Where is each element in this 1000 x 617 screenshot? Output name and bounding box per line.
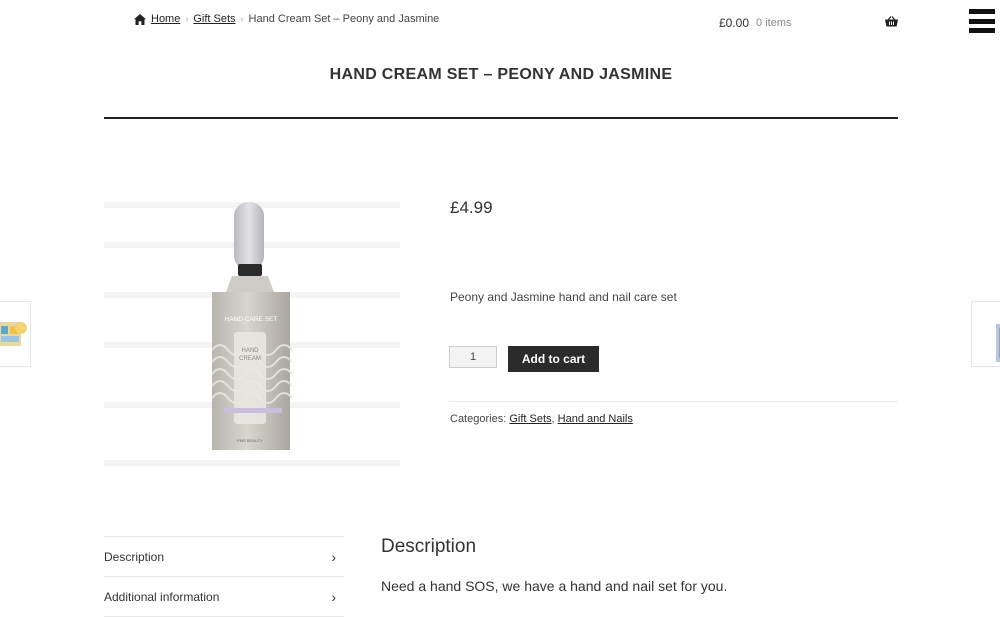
tab-additional-information[interactable]: Additional information › bbox=[104, 577, 344, 617]
product-tabs: Description › Additional information › bbox=[104, 536, 344, 617]
next-product-link[interactable] bbox=[971, 301, 1000, 367]
menu-bar bbox=[969, 28, 995, 33]
hamburger-menu-icon[interactable] bbox=[969, 9, 995, 33]
cart-total[interactable]: £0.00 bbox=[719, 16, 749, 30]
tube-label: CREAM bbox=[239, 356, 261, 362]
product-price: £4.99 bbox=[450, 198, 493, 217]
box-label: HAND CARE SET bbox=[225, 316, 278, 323]
menu-bar bbox=[969, 9, 995, 14]
product-image[interactable]: HAND CARE SET HAND CREAM PMS BEAUTY bbox=[104, 182, 400, 478]
product-short-description: Peony and Jasmine hand and nail care set bbox=[450, 290, 677, 304]
tube-label: HAND bbox=[241, 348, 259, 354]
cart-count[interactable]: 0 items bbox=[756, 17, 791, 29]
categories-label: Categories: bbox=[450, 413, 507, 425]
tab-label: Description bbox=[104, 549, 165, 564]
breadcrumb-separator: › bbox=[185, 14, 189, 24]
home-icon[interactable] bbox=[134, 13, 146, 25]
meta-divider bbox=[449, 401, 898, 402]
breadcrumb-current: Hand Cream Set – Peony and Jasmine bbox=[248, 13, 440, 25]
menu-bar bbox=[969, 18, 995, 24]
previous-product-link[interactable] bbox=[0, 301, 31, 367]
page-title: HAND CREAM SET – PEONY AND JASMINE bbox=[329, 66, 673, 83]
breadcrumb-separator: › bbox=[240, 14, 244, 24]
chevron-right-icon: › bbox=[331, 588, 336, 605]
next-product-thumbnail bbox=[996, 324, 1000, 362]
description-heading: Description bbox=[381, 536, 477, 557]
basket-icon[interactable] bbox=[885, 16, 898, 30]
tab-label: Additional information bbox=[104, 589, 220, 604]
previous-product-thumbnail bbox=[0, 322, 27, 346]
header-cart[interactable]: £0.00 0 items bbox=[719, 16, 898, 30]
tab-description[interactable]: Description › bbox=[104, 537, 344, 577]
description-text: Need a hand SOS, we have a hand and nail… bbox=[381, 578, 728, 594]
product-categories: Categories: Gift Sets, Hand and Nails bbox=[450, 413, 633, 425]
category-link-hand-and-nails[interactable]: Hand and Nails bbox=[558, 413, 633, 425]
quantity-input[interactable] bbox=[449, 346, 497, 368]
chevron-right-icon: › bbox=[331, 548, 336, 565]
hand-cream-set-illustration: HAND CARE SET HAND CREAM PMS BEAUTY bbox=[211, 202, 293, 450]
breadcrumb: Home › Gift Sets › Hand Cream Set – Peon… bbox=[134, 13, 439, 25]
breadcrumb-home-link[interactable]: Home bbox=[151, 13, 180, 25]
title-divider bbox=[104, 117, 898, 119]
breadcrumb-category-link[interactable]: Gift Sets bbox=[193, 13, 235, 25]
brand-label: PMS BEAUTY bbox=[237, 438, 263, 443]
add-to-cart-button[interactable]: Add to cart bbox=[508, 346, 599, 372]
category-link-gift-sets[interactable]: Gift Sets bbox=[509, 413, 551, 425]
